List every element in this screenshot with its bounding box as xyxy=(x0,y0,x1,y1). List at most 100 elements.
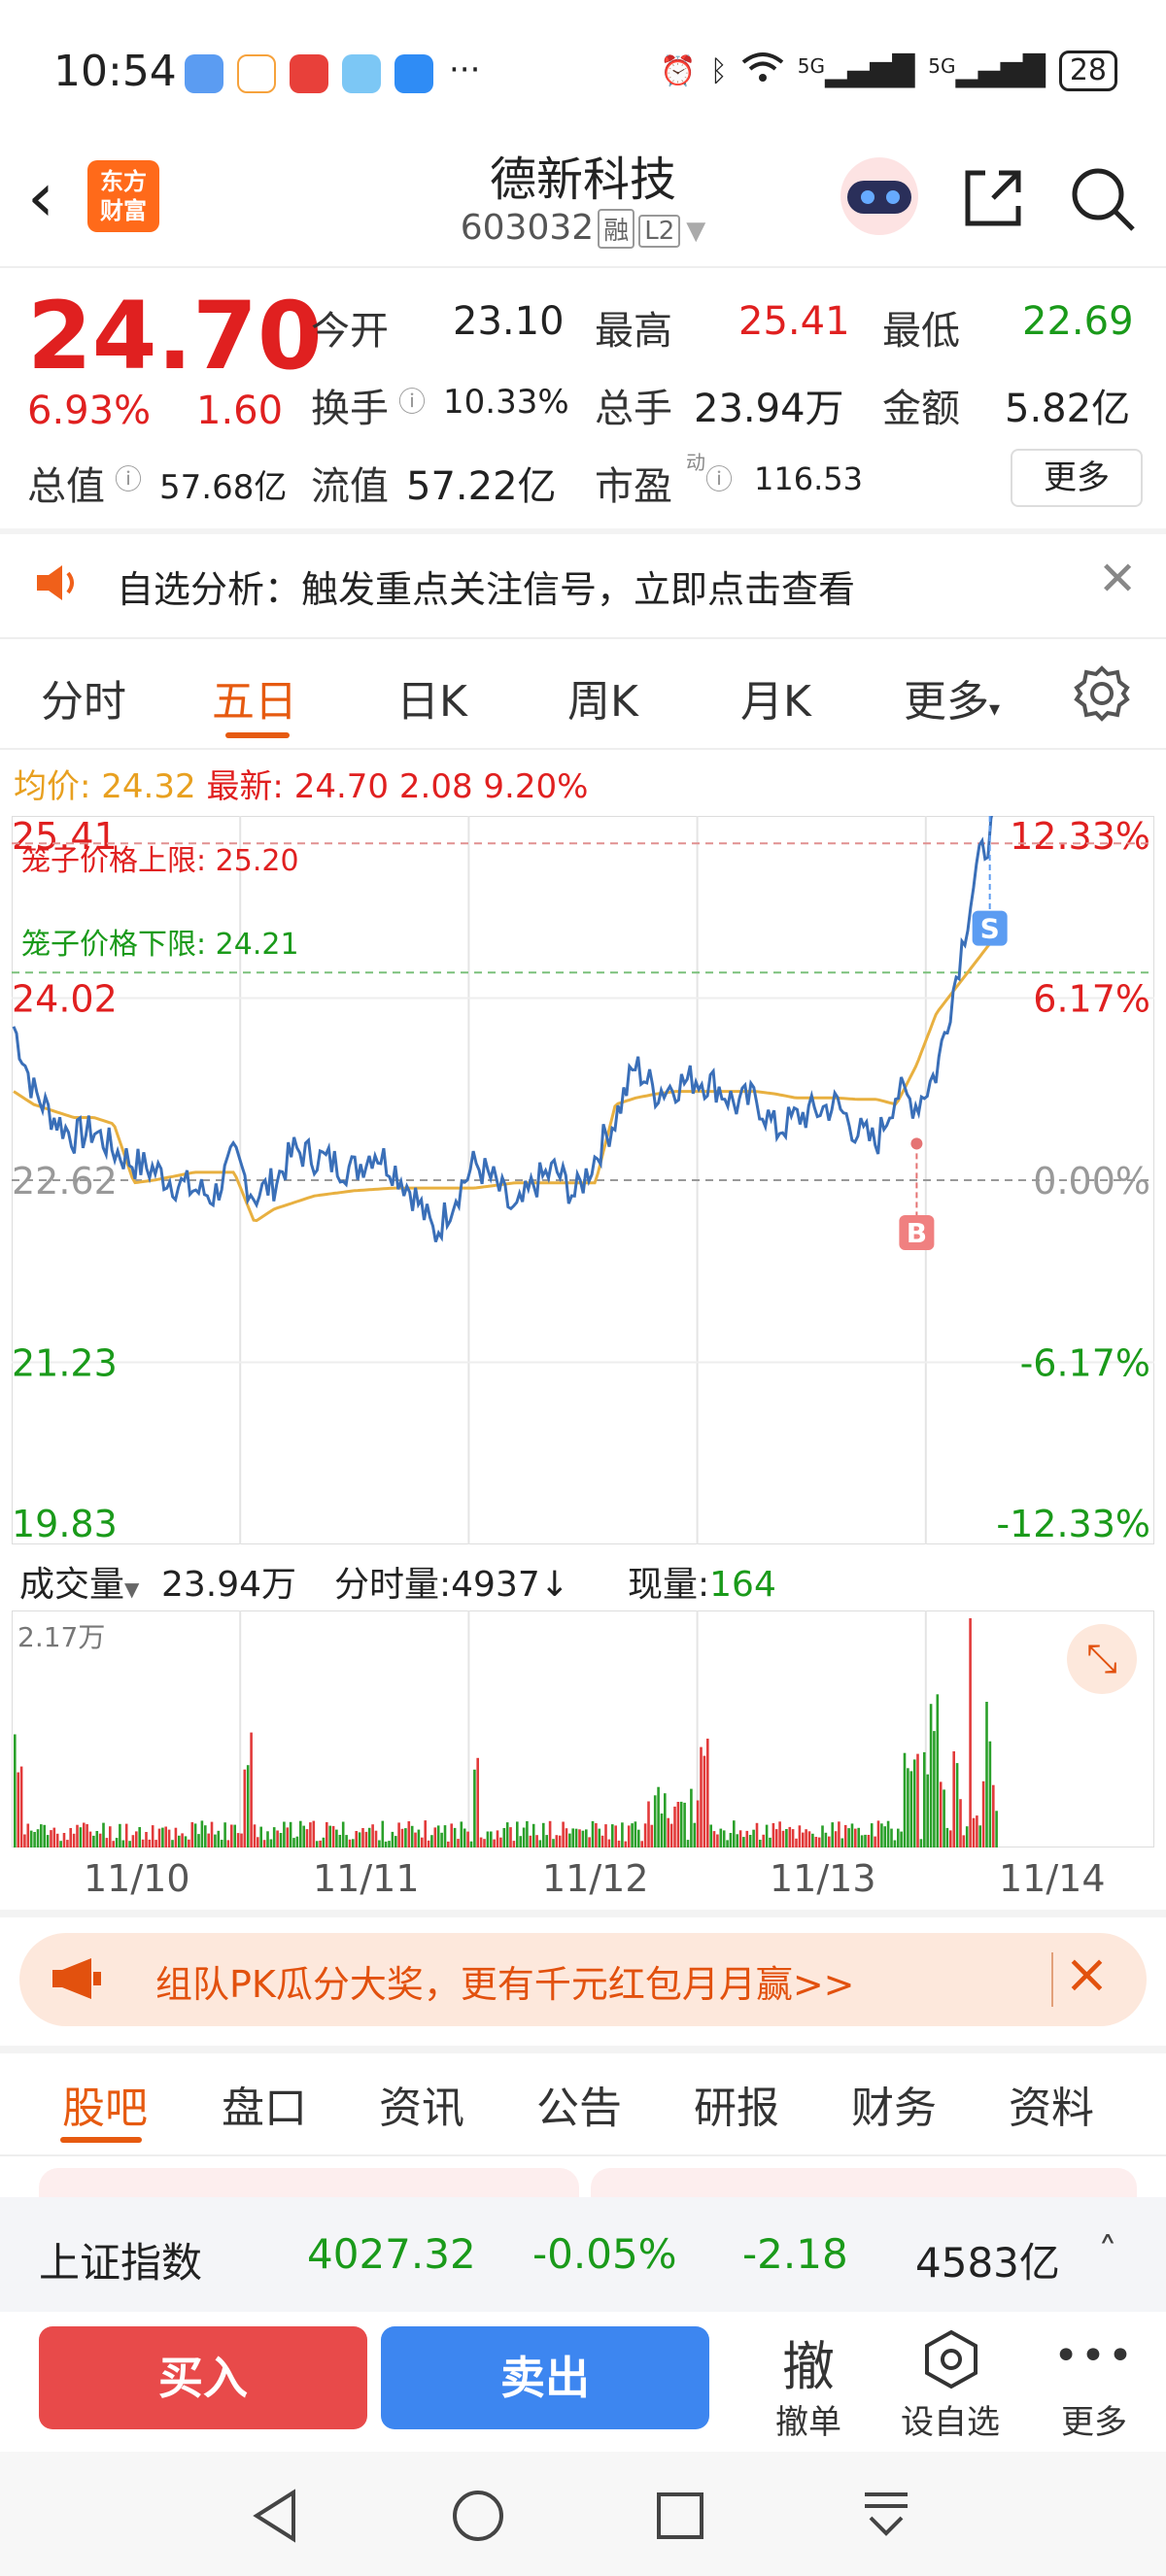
volume-bar xyxy=(907,1768,909,1847)
post-card[interactable] xyxy=(39,2168,579,2197)
volume-bar xyxy=(900,1831,903,1847)
tab-monthly-k[interactable]: 月K xyxy=(740,666,811,729)
volume-bar xyxy=(736,1834,738,1847)
tab-research[interactable]: 研报 xyxy=(694,2073,779,2135)
tab-finance[interactable]: 财务 xyxy=(851,2073,937,2135)
nav-notification-shade-icon[interactable] xyxy=(861,2489,911,2547)
volume-bar xyxy=(893,1840,897,1847)
volume-bar xyxy=(847,1828,850,1847)
volume-bar xyxy=(119,1823,121,1847)
volume-bar xyxy=(926,1774,929,1847)
buy-point xyxy=(910,1137,923,1150)
promo-text[interactable]: 组队PK瓜分大奖，更有千元红包月月赢>> xyxy=(155,1954,855,2008)
volume-bar xyxy=(719,1828,723,1847)
promo-close-icon[interactable]: × xyxy=(1064,1943,1110,2006)
tab-underline xyxy=(225,732,290,738)
volume-bar xyxy=(683,1802,686,1847)
tab-announcements[interactable]: 公告 xyxy=(536,2073,622,2135)
tab-news[interactable]: 资讯 xyxy=(379,2073,464,2135)
sell-button[interactable]: 卖出 xyxy=(381,2326,709,2429)
share-icon[interactable] xyxy=(956,161,1030,235)
volume-bar xyxy=(171,1840,174,1847)
nav-recents-icon[interactable] xyxy=(655,2491,705,2545)
volume-bar xyxy=(62,1833,66,1847)
tab-pankou[interactable]: 盘口 xyxy=(222,2073,307,2135)
notice-text[interactable]: 自选分析：触发重点关注信号，立即点击查看 xyxy=(117,559,855,613)
volume-bar xyxy=(562,1821,565,1847)
volume-bar xyxy=(46,1835,50,1847)
chevron-up-icon[interactable]: ˄ xyxy=(1098,2230,1117,2275)
nav-home-icon[interactable] xyxy=(451,2489,505,2547)
volume-bar xyxy=(33,1832,36,1847)
volume-bar xyxy=(55,1833,59,1847)
volume-bar xyxy=(838,1821,840,1847)
volume-bar xyxy=(269,1839,273,1847)
volume-bar xyxy=(660,1813,664,1847)
volume-bar xyxy=(976,1815,978,1847)
tab-intraday[interactable]: 分时 xyxy=(41,666,126,729)
volume-bar xyxy=(709,1824,712,1847)
weather-app-icon xyxy=(342,54,381,93)
volume-bar xyxy=(394,1836,397,1847)
buy-marker-label: B xyxy=(907,1217,927,1249)
volume-bar xyxy=(43,1824,46,1847)
more-dots-icon[interactable]: ••• xyxy=(1046,2331,1143,2381)
pe-info-icon[interactable]: ⓘ xyxy=(705,458,733,497)
volume-bar xyxy=(367,1827,371,1847)
tab-more[interactable]: 更多▾ xyxy=(904,666,1000,729)
cancel-order-label[interactable]: 撤单 xyxy=(750,2395,867,2443)
volume-bar xyxy=(414,1832,417,1847)
chart-settings-gear-icon[interactable] xyxy=(1073,664,1131,727)
volume-bar xyxy=(486,1831,490,1847)
volume-bar xyxy=(909,1771,913,1847)
search-icon[interactable] xyxy=(1065,161,1139,235)
tab-profile[interactable]: 资料 xyxy=(1009,2073,1094,2135)
volume-bar xyxy=(309,1822,312,1847)
volume-max-label: 2.17万 xyxy=(17,1621,106,1653)
info-icon[interactable]: ⓘ xyxy=(115,458,142,497)
volume-bar xyxy=(69,1828,72,1847)
nav-back-icon[interactable] xyxy=(251,2489,301,2547)
volume-bar xyxy=(178,1835,181,1847)
sell-marker-label: S xyxy=(980,913,1000,945)
volume-bar xyxy=(460,1821,463,1847)
volume-bar xyxy=(233,1824,236,1847)
volume-bar xyxy=(627,1825,631,1847)
buy-button[interactable]: 买入 xyxy=(39,2326,367,2429)
volume-bar xyxy=(358,1832,361,1847)
expand-icon[interactable]: ⤡ xyxy=(1067,1624,1137,1694)
volume-bar xyxy=(246,1765,250,1847)
more-actions-label[interactable]: 更多 xyxy=(1036,2395,1152,2443)
add-watchlist-hexagon-icon[interactable] xyxy=(921,2329,981,2393)
volume-selector[interactable]: 成交量▼ xyxy=(19,1556,139,1607)
volume-bar xyxy=(679,1801,683,1847)
five-day-price-chart[interactable]: 25.41 12.33%24.02 6.17%22.62 0.00%21.23 -6.1… xyxy=(12,816,1154,1544)
volume-bar xyxy=(217,1830,221,1847)
volume-bar xyxy=(611,1824,614,1847)
more-quote-button[interactable]: 更多 xyxy=(1011,449,1143,507)
volume-bar xyxy=(128,1841,131,1847)
volume-bar xyxy=(588,1837,591,1847)
volume-bar xyxy=(40,1824,43,1847)
volume-bar xyxy=(600,1835,604,1847)
tab-daily-k[interactable]: 日K xyxy=(396,666,467,729)
tab-weekly-k[interactable]: 周K xyxy=(567,666,638,729)
change-percent: 6.93% xyxy=(27,389,152,433)
tab-five-day[interactable]: 五日 xyxy=(212,666,297,729)
post-card[interactable] xyxy=(591,2168,1137,2197)
y-axis-price-label: 19.83 xyxy=(12,1503,118,1544)
volume-bar xyxy=(781,1830,785,1847)
tab-guba[interactable]: 股吧 xyxy=(62,2073,148,2135)
volume-bar xyxy=(79,1827,83,1847)
add-watchlist-label[interactable]: 设自选 xyxy=(892,2395,1009,2443)
volume-bar xyxy=(17,1772,19,1847)
volume-bar xyxy=(821,1825,824,1847)
volume-bar xyxy=(617,1840,621,1847)
turnover-info-icon[interactable]: ⓘ xyxy=(398,381,426,420)
cancel-order-icon[interactable]: 撤 xyxy=(760,2323,857,2400)
notice-close-icon[interactable]: ✕ xyxy=(1098,552,1137,606)
volume-chart[interactable] xyxy=(12,1610,1154,1847)
volume-bar xyxy=(769,1837,772,1847)
volume-bar xyxy=(673,1806,676,1847)
volume-bar xyxy=(738,1830,742,1847)
